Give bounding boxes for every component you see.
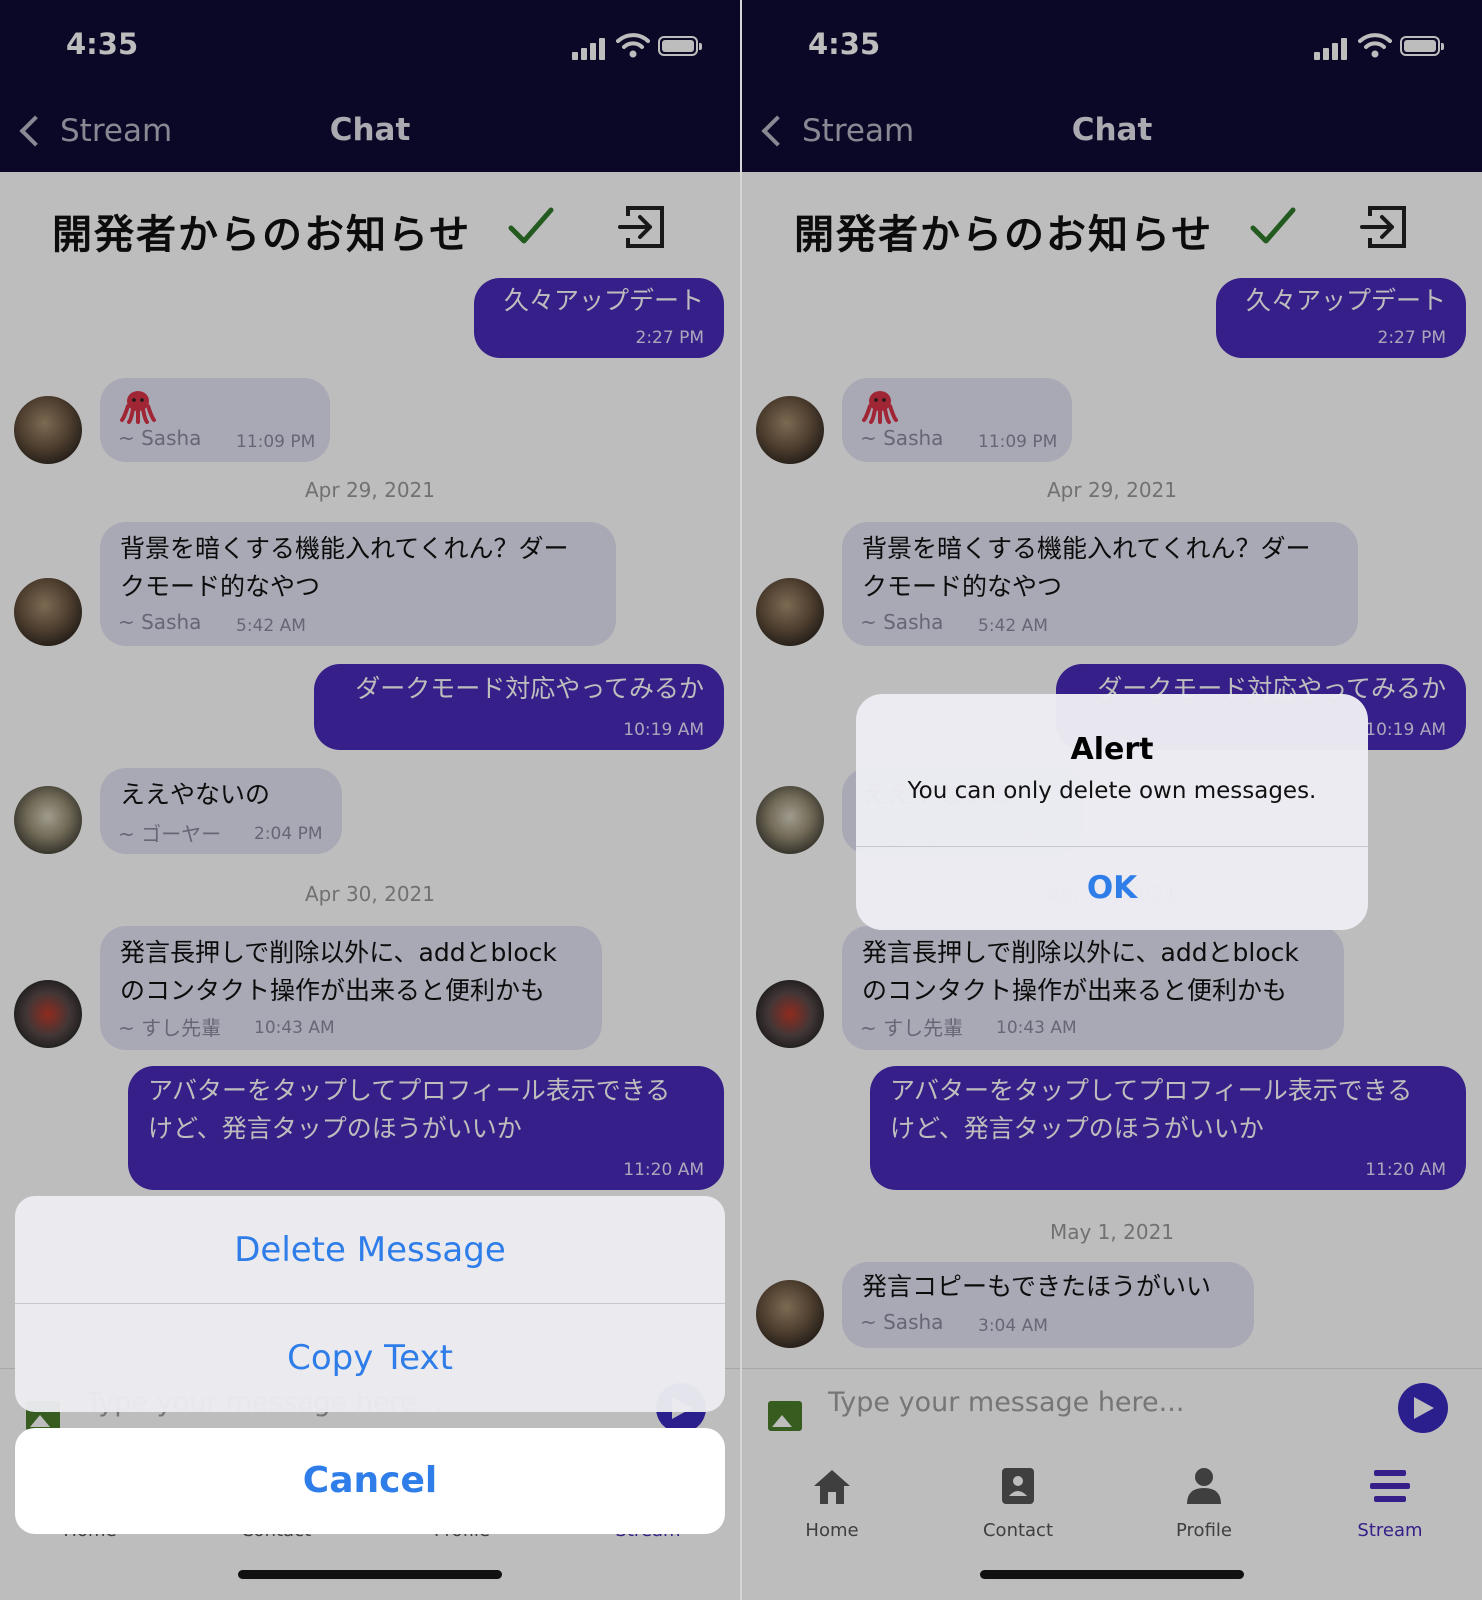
right-screen: 4:35 Stream Chat 開発者からのお知らせ 久々アップデート 2:2… bbox=[742, 0, 1482, 1600]
home-indicator bbox=[238, 1570, 502, 1579]
cancel-button[interactable]: Cancel bbox=[15, 1428, 725, 1534]
ok-button[interactable]: OK bbox=[856, 847, 1368, 930]
delete-message-button[interactable]: Delete Message bbox=[15, 1196, 725, 1304]
alert-message: You can only delete own messages. bbox=[907, 778, 1317, 804]
copy-text-button[interactable]: Copy Text bbox=[15, 1304, 725, 1412]
alert-title: Alert bbox=[1070, 732, 1154, 767]
home-indicator bbox=[980, 1570, 1244, 1579]
left-screen: 4:35 Stream Chat 開発者からのお知らせ 久々アップデート 2:2… bbox=[0, 0, 740, 1600]
alert-dialog: Alert You can only delete own messages. … bbox=[856, 694, 1368, 930]
action-sheet: Delete Message Copy Text bbox=[15, 1196, 725, 1412]
